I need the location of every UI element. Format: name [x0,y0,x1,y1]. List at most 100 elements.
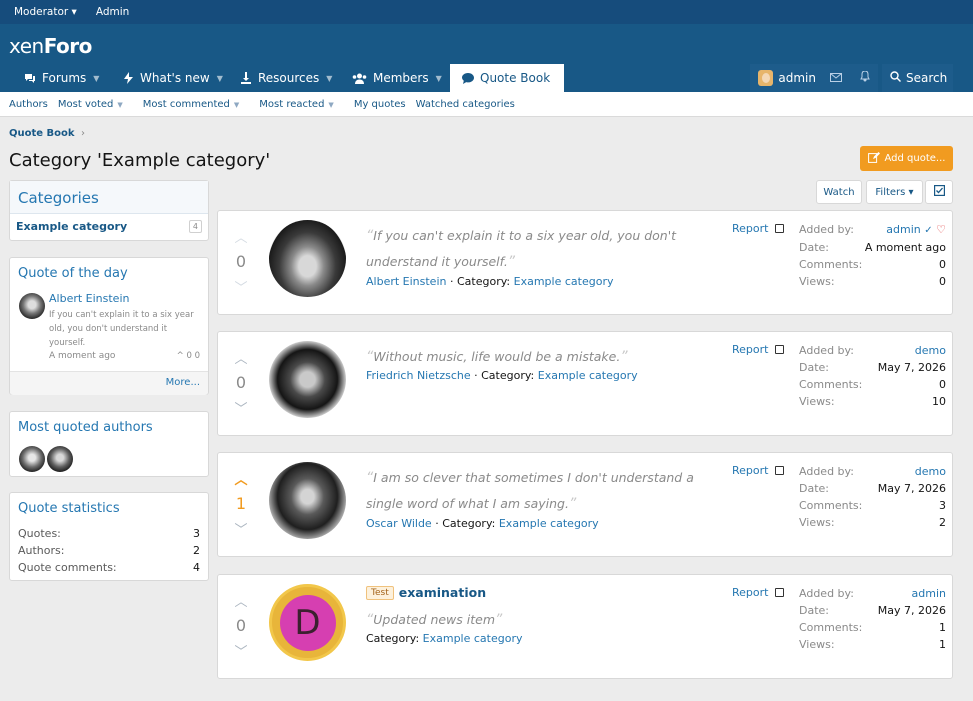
info-row: Date: May 7, 2026 [799,602,946,619]
watch-button[interactable]: Watch [816,180,862,204]
filters-button[interactable]: Filters ▾ [866,180,923,204]
added-by-link[interactable]: demo [915,342,946,359]
info-row: Date: May 7, 2026 [799,359,946,376]
quote-title-link[interactable]: examination [399,585,486,600]
info-key: Comments: [799,621,863,634]
subnav-my-quotes[interactable]: My quotes [354,99,406,110]
qotd-time: A moment ago [49,351,116,361]
author-photo[interactable] [269,462,346,539]
tab-quote-book[interactable]: Quote Book [450,64,564,92]
info-key: Views: [799,395,835,408]
close-quote-mark: ” [620,349,628,365]
quote-info: Added by: demo Date: May 7, 2026 Comments:… [799,342,946,410]
downvote-icon[interactable]: ﹀ [232,277,250,296]
category-link[interactable]: Example category [499,517,599,530]
info-key: Comments: [799,378,863,391]
tab-quote-book-label: Quote Book [480,71,551,85]
quote-text[interactable]: “Without music, life would be a mistake.… [366,344,726,370]
added-by-link[interactable]: admin [912,585,946,602]
add-quote-button[interactable]: Add quote... [860,146,953,171]
select-checkbox[interactable] [775,224,784,233]
site-logo[interactable]: xenForo [9,34,92,58]
moderator-link[interactable]: Moderator ▾ [14,6,77,18]
date-value: May 7, 2026 [877,604,946,617]
user-avatar[interactable] [758,70,774,86]
downvote-icon[interactable]: ﹀ [232,519,250,538]
category-item[interactable]: Example category 4 [10,214,208,233]
user-name[interactable]: admin [778,71,816,85]
select-checkbox[interactable] [775,466,784,475]
category-link[interactable]: Example category [514,275,614,288]
comments-value: 3 [939,499,946,512]
bell-icon[interactable] [860,70,870,85]
upvote-icon[interactable]: ︿ [232,227,250,246]
tab-resources[interactable]: Resources ▼ [240,64,332,92]
author-link[interactable]: Friedrich Nietzsche [366,369,471,382]
info-key: Views: [799,638,835,651]
search-button[interactable]: Search [882,64,953,92]
envelope-icon[interactable] [830,71,842,85]
info-row: Views: 2 [799,514,946,531]
info-row: Added by: admin ✓ ♡ [799,221,946,239]
quote-text[interactable]: “Updated news item” [366,607,726,633]
avatar-letter: D [279,594,336,651]
downvote-icon[interactable]: ﹀ [232,398,250,417]
report-link[interactable]: Report [732,586,768,599]
upvote-icon[interactable]: ︿ [232,469,250,488]
stat-key: Quotes: [18,527,61,540]
heart-icon[interactable]: ♡ [936,223,946,236]
subnav-most-voted[interactable]: Most voted ▼ [58,99,133,110]
stat-key: Authors: [18,544,65,557]
author-avatar[interactable] [19,446,45,472]
quote-text[interactable]: “I am so clever that sometimes I don't u… [366,465,726,517]
logo-part-b: Foro [43,34,93,58]
qotd-avatar[interactable] [19,293,45,319]
chevron-down-icon: ▼ [93,73,100,83]
qotd-stats-label: 0 0 [186,351,200,361]
upvote-icon[interactable]: ︿ [232,348,250,367]
downvote-icon[interactable]: ﹀ [232,641,250,660]
meta-separator: · [435,517,439,530]
tab-whats-new[interactable]: What's new ▼ [122,64,223,92]
stats-title: Quote statistics [18,501,120,516]
user-avatar-badge[interactable]: D [269,584,346,661]
added-by-link[interactable]: admin [886,223,920,236]
author-avatar[interactable] [47,446,73,472]
report-link[interactable]: Report [732,343,768,356]
date-value: May 7, 2026 [877,361,946,374]
info-row: Added by: demo [799,342,946,359]
user-area: admin [750,64,878,92]
tab-forums[interactable]: Forums ▼ [24,64,99,92]
category-link[interactable]: Example category [538,369,638,382]
select-checkbox[interactable] [775,588,784,597]
breadcrumb[interactable]: Quote Book › [9,128,85,139]
tab-members[interactable]: Members ▼ [352,64,442,92]
quote-card: ︿ 0 ﹀ “Without music, life would be a mi… [217,331,953,436]
quote-text[interactable]: “If you can't explain it to a six year o… [366,223,726,275]
upvote-icon[interactable]: ︿ [232,591,250,610]
subnav-authors[interactable]: Authors [9,99,48,110]
views-value: 2 [939,516,946,529]
categories-title: Categories [10,181,208,214]
category-label: Category: [442,517,496,530]
chevron-right-icon: › [81,128,86,139]
qotd-author[interactable]: Albert Einstein [49,292,129,305]
admin-link[interactable]: Admin [96,6,129,18]
select-checkbox[interactable] [775,345,784,354]
author-link[interactable]: Albert Einstein [366,275,446,288]
author-photo[interactable] [269,341,346,418]
report-link[interactable]: Report [732,464,768,477]
quote-meta: Friedrich Nietzsche · Category: Example … [366,369,638,382]
subnav-watched-categories[interactable]: Watched categories [416,99,515,110]
select-toggle-button[interactable] [925,180,953,204]
author-photo[interactable] [269,220,346,297]
report-link[interactable]: Report [732,222,768,235]
most-quoted-authors-block: Most quoted authors [9,411,209,477]
category-link[interactable]: Example category [423,632,523,645]
added-by-link[interactable]: demo [915,463,946,480]
subnav-most-reacted[interactable]: Most reacted ▼ [259,99,344,110]
subnav-most-commented[interactable]: Most commented ▼ [143,99,249,110]
chevron-down-icon: ▼ [326,73,333,83]
author-link[interactable]: Oscar Wilde [366,517,432,530]
more-link[interactable]: More... [166,377,200,388]
